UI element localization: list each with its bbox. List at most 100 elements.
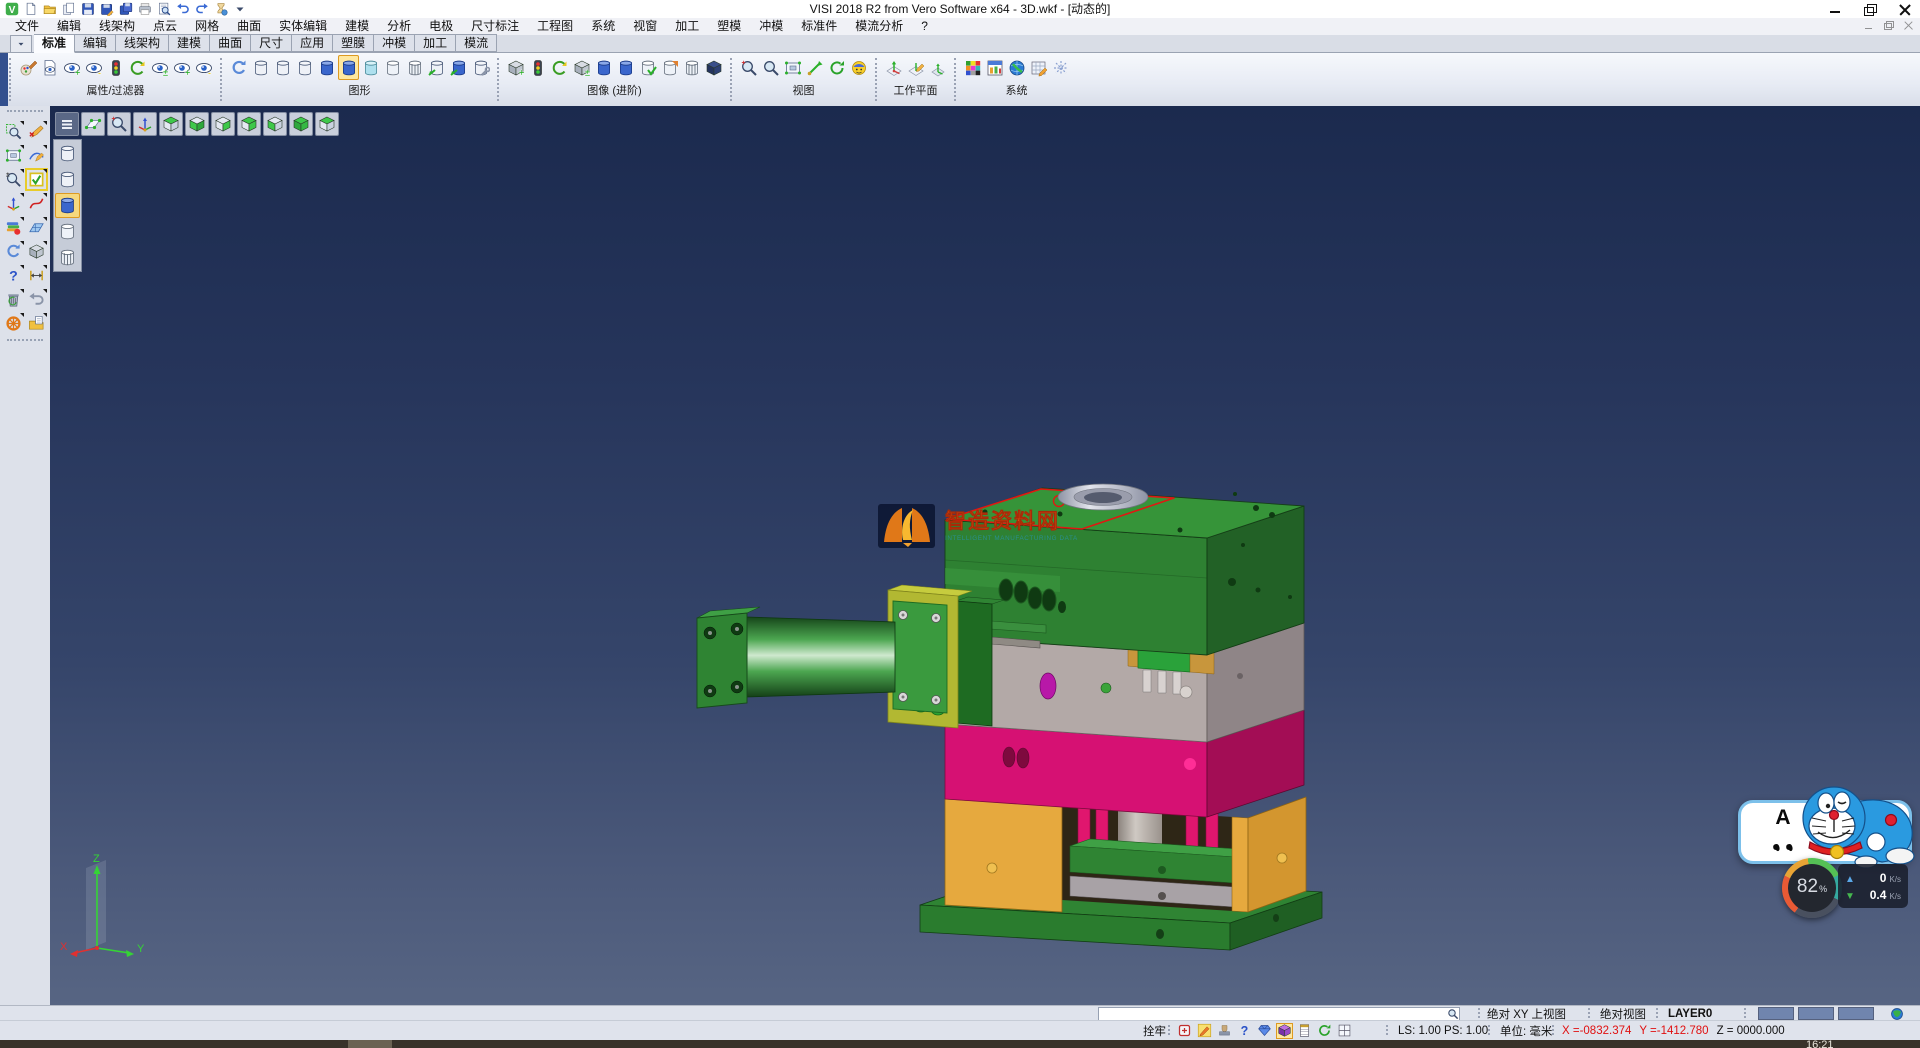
color-table-icon[interactable] xyxy=(962,55,983,80)
view-plane-icon[interactable] xyxy=(81,112,105,136)
performance-gauge[interactable]: 82 % xyxy=(1782,858,1842,918)
menu-item-11[interactable]: 尺寸标注 xyxy=(462,18,528,35)
child-close-icon[interactable] xyxy=(1904,21,1914,30)
system-settings-icon[interactable] xyxy=(1006,55,1027,80)
tab-dropdown-icon[interactable] xyxy=(10,35,32,52)
network-speed-widget[interactable]: ▲ 0 K/s ▼ 0.4 K/s xyxy=(1838,864,1908,908)
grid-settings-icon[interactable] xyxy=(1028,55,1049,80)
regen-view-icon[interactable] xyxy=(2,240,25,263)
menu-item-17[interactable]: 冲模 xyxy=(750,18,792,35)
save-all-icon[interactable] xyxy=(117,1,134,17)
grid-plane-icon[interactable] xyxy=(25,216,48,239)
visibility-manager-icon[interactable] xyxy=(105,55,126,80)
confirm-selection-icon[interactable] xyxy=(25,168,48,191)
history-icon[interactable] xyxy=(212,1,229,17)
scene-3d[interactable]: 智造资料网 INTELLIGENT MANUFACTURING DATA Z X… xyxy=(50,106,1920,1006)
show-all-icon[interactable]: + xyxy=(171,55,192,80)
ghost-solid-icon[interactable] xyxy=(681,55,702,80)
view-right-icon[interactable] xyxy=(211,112,235,136)
section-solid-icon[interactable] xyxy=(659,55,680,80)
menu-item-16[interactable]: 塑模 xyxy=(708,18,750,35)
viewports-grid-icon[interactable] xyxy=(1336,1023,1353,1039)
attributes-document-icon[interactable] xyxy=(39,55,60,80)
zoom-window-icon[interactable]: ± xyxy=(2,168,25,191)
search-input[interactable] xyxy=(1099,1009,1447,1019)
tab-模流[interactable]: 模流 xyxy=(456,34,497,52)
tab-线架构[interactable]: 线架构 xyxy=(116,34,169,52)
refresh-visibility-icon[interactable] xyxy=(127,55,148,80)
menu-item-12[interactable]: 工程图 xyxy=(528,18,582,35)
toolbar-grip[interactable] xyxy=(0,53,8,106)
redo-icon[interactable] xyxy=(193,1,210,17)
search-icon[interactable] xyxy=(1447,1008,1459,1020)
view-corner-icon[interactable] xyxy=(237,112,261,136)
toggle-visibility-icon[interactable]: ± xyxy=(149,55,170,80)
layer-swatch-2[interactable] xyxy=(1798,1007,1834,1020)
show-solids-icon[interactable]: + xyxy=(505,55,526,80)
insert-file-icon[interactable] xyxy=(60,1,77,17)
menu-item-2[interactable]: 编辑 xyxy=(48,18,90,35)
tab-塑膜[interactable]: 塑膜 xyxy=(333,34,374,52)
move-axes-icon[interactable] xyxy=(2,192,25,215)
zoom-scale-icon[interactable] xyxy=(782,55,803,80)
display-hidden-icon[interactable] xyxy=(55,167,80,192)
selection-brush-icon[interactable] xyxy=(1196,1023,1213,1039)
view-iso-icon[interactable] xyxy=(289,112,313,136)
stamp-icon[interactable] xyxy=(1216,1023,1233,1039)
more-commands-icon[interactable] xyxy=(231,1,248,17)
view-mode-label[interactable]: 绝对 XY 上视图 xyxy=(1487,1006,1566,1021)
toggle-solids-icon[interactable]: ± xyxy=(571,55,592,80)
tab-标准[interactable]: 标准 xyxy=(34,34,75,53)
render-view-icon[interactable] xyxy=(848,55,869,80)
menu-item-8[interactable]: 建模 xyxy=(336,18,378,35)
snap-lock-icon[interactable] xyxy=(1176,1023,1193,1039)
align-workplane-icon[interactable] xyxy=(927,55,948,80)
hide-entities-icon[interactable]: - xyxy=(83,55,104,80)
display-flat-icon[interactable] xyxy=(55,219,80,244)
auto-rotate-icon[interactable] xyxy=(1316,1023,1333,1039)
print-preview-icon[interactable] xyxy=(155,1,172,17)
child-restore-icon[interactable] xyxy=(1884,21,1894,30)
view-bottom-icon[interactable] xyxy=(185,112,209,136)
dashed-hidden-mode-icon[interactable] xyxy=(294,55,315,80)
menu-item-14[interactable]: 视窗 xyxy=(624,18,666,35)
viewport-3d[interactable]: 智造资料网 INTELLIGENT MANUFACTURING DATA Z X… xyxy=(50,106,1920,1006)
absolute-view-label[interactable]: 绝对视图 xyxy=(1600,1006,1646,1021)
menu-item-4[interactable]: 点云 xyxy=(144,18,186,35)
close-icon[interactable] xyxy=(1899,4,1912,15)
menu-item-13[interactable]: 系统 xyxy=(582,18,624,35)
title-bar[interactable]: V VISI 2018 R2 from Vero Software x64 - … xyxy=(0,0,1920,19)
solid-view-icon[interactable] xyxy=(25,240,48,263)
edit-workplane-icon[interactable] xyxy=(905,55,926,80)
lock-label[interactable]: 拴牢 xyxy=(1143,1021,1166,1040)
menu-item-7[interactable]: 实体编辑 xyxy=(270,18,336,35)
view-left-icon[interactable] xyxy=(263,112,287,136)
layer-list-icon[interactable] xyxy=(1296,1023,1313,1039)
display-shaded-icon[interactable] xyxy=(55,193,80,218)
shaded-mode-icon[interactable] xyxy=(316,55,337,80)
render-solid-icon[interactable] xyxy=(593,55,614,80)
search-box[interactable] xyxy=(1098,1007,1460,1021)
flat-mode-icon[interactable] xyxy=(382,55,403,80)
menu-item-1[interactable]: 文件 xyxy=(6,18,48,35)
shaded-cube-icon[interactable] xyxy=(1276,1023,1293,1039)
zoom-all-icon[interactable]: + xyxy=(738,55,759,80)
tab-曲面[interactable]: 曲面 xyxy=(210,34,251,52)
menu-item-19[interactable]: 模流分析 xyxy=(846,18,912,35)
update-solids-icon[interactable] xyxy=(549,55,570,80)
restore-icon[interactable] xyxy=(1864,4,1877,15)
tab-尺寸[interactable]: 尺寸 xyxy=(251,34,292,52)
statistics-icon[interactable] xyxy=(984,55,1005,80)
select-zoom-icon[interactable] xyxy=(2,120,25,143)
view-zoom-icon[interactable]: + xyxy=(107,112,131,136)
menu-item-6[interactable]: 曲面 xyxy=(228,18,270,35)
undo-step-icon[interactable] xyxy=(25,288,48,311)
snap-settings-icon[interactable] xyxy=(1050,55,1071,80)
dynamic-view-icon[interactable] xyxy=(804,55,825,80)
export-folder-icon[interactable] xyxy=(25,312,48,335)
visi-logo-icon[interactable]: V xyxy=(3,1,20,17)
validate-solid-icon[interactable] xyxy=(637,55,658,80)
transparent-mode-icon[interactable] xyxy=(360,55,381,80)
render-edges-icon[interactable] xyxy=(615,55,636,80)
menu-item-9[interactable]: 分析 xyxy=(378,18,420,35)
